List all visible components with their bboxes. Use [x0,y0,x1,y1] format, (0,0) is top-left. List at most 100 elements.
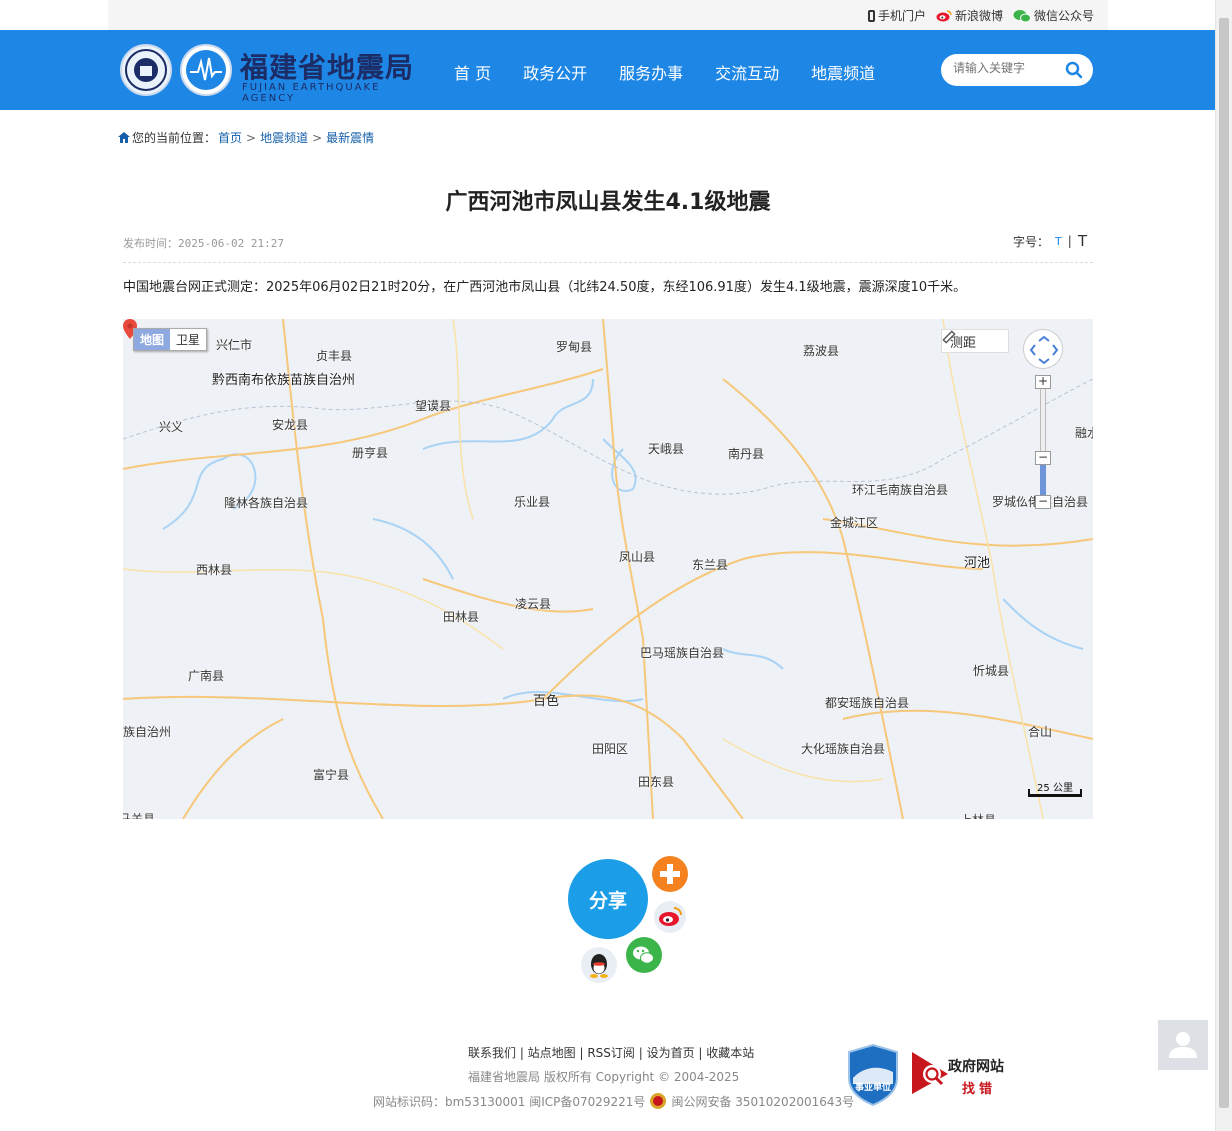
map-place: 田东县 [638,775,675,789]
logo-title: 福建省地震局 [240,51,415,84]
map-type-switcher: 地图 卫星 [133,328,208,351]
font-size-label: 字号： [1013,234,1050,249]
map-place: 田林县 [443,610,480,624]
map-place: 巴马瑶族自治县 [640,646,725,660]
article-title: 广西河池市凤山县发生4.1级地震 [445,190,771,215]
footer-links[interactable]: 联系我们 | 站点地图 | RSS订阅 | 设为首页 | 收藏本站 [468,1044,754,1061]
breadcrumb: 您的当前位置： 首页 > 地震频道 > 最新震情 [118,129,374,146]
zoom-slider-handle[interactable]: − [1035,451,1051,465]
phone-icon [867,9,875,22]
weibo-link[interactable]: 新浪微博 [936,7,1003,24]
zoom-out-button[interactable]: − [1035,495,1051,509]
pan-control[interactable] [1023,329,1063,369]
map-place: 册亨县 [352,446,389,460]
scrollbar-thumb[interactable] [1219,18,1229,1108]
site-id-icp[interactable]: 网站标识码：bm53130001 闽ICP备07029221号 [373,1093,645,1110]
map-place: 兴仁市 [216,338,253,352]
search-icon[interactable] [1065,61,1083,79]
pan-arrows-icon [1029,335,1059,365]
share-wechat-icon[interactable] [626,937,662,973]
map-place: 荔波县 [803,344,840,358]
map-place: 南丹县 [728,447,765,461]
chevron-right-icon: > [246,130,257,145]
zoom-control: + − − [1035,375,1051,511]
map-place: 乐业县 [514,495,551,509]
map-place: 富宁县 [313,768,350,782]
breadcrumb-latest[interactable]: 最新震情 [326,129,374,146]
map-scale: 25 公里 [1028,779,1082,797]
map-place: 田阳区 [592,742,629,756]
map-place: 贞丰县 [316,349,353,363]
map-place: 西林县 [196,563,233,577]
zoom-in-button[interactable]: + [1035,375,1051,389]
share-button[interactable]: 分享 [568,859,648,939]
site-logo[interactable]: 福建省地震局 FUJIAN EARTHQUAKE AGENCY [120,42,430,104]
map-place: 安龙县 [272,418,309,432]
user-icon [1169,1032,1197,1058]
magnifier-icon [912,1052,948,1094]
map-place: 合山 [1028,725,1053,739]
share-more-icon[interactable] [652,856,688,892]
floating-user-button[interactable] [1158,1020,1208,1070]
nav-government-affairs[interactable]: 政务公开 [523,60,587,84]
map-place: 环江毛南族自治县 [852,483,949,497]
site-header: 福建省地震局 FUJIAN EARTHQUAKE AGENCY 首 页 政务公开… [0,30,1215,110]
map-place: 东兰县 [692,558,729,572]
font-separator: | [1067,234,1072,248]
weibo-icon [936,9,952,21]
map-place: 上林县 [960,811,996,819]
search-box [941,54,1093,86]
nav-earthquake-channel[interactable]: 地震频道 [811,60,875,84]
police-registration[interactable]: 闽公网安备 35010202001643号 [671,1093,854,1110]
breadcrumb-prefix: 您的当前位置： [132,131,217,145]
map-place: 大化瑶族自治县 [801,742,886,756]
map-type-satellite-button[interactable]: 卫星 [170,329,207,350]
map-place: 广南县 [188,669,225,683]
nav-home[interactable]: 首 页 [454,60,491,84]
footer-registration: 网站标识码：bm53130001 闽ICP备07029221号 闽公网安备 35… [373,1092,854,1110]
map-place: 罗甸县 [556,340,593,354]
map-place: 族自治州 [123,725,172,739]
map-place: 隆林各族自治县 [224,496,309,510]
wechat-link[interactable]: 微信公众号 [1013,7,1094,24]
ruler-icon [942,330,956,344]
gov-site-error-report[interactable]: 政府网站 找错 [910,1050,1010,1098]
home-icon [118,132,130,143]
map-place: 忻城县 [973,664,1010,678]
map-place: 凤山县 [619,550,656,564]
font-size-switcher: 字号： T | T [1013,232,1087,250]
main-nav: 首 页 政务公开 服务办事 交流互动 地震频道 [454,60,875,84]
error-report-label: 找错 [962,1082,997,1097]
scrollbar[interactable] [1215,0,1232,1131]
map-place: 都安瑶族自治县 [825,696,910,710]
map-place: 黔西南布依族苗族自治州 [212,373,356,388]
nav-interaction[interactable]: 交流互动 [715,60,779,84]
measure-distance-button[interactable]: 测距 [941,329,1009,353]
epicenter-map[interactable]: 兴仁市 贞丰县 罗甸县 荔波县 黔西南布依族苗族自治州 望谟县 兴义 安龙县 册… [123,319,1093,819]
map-place: 兴义 [159,420,184,434]
logo-subtitle: FUJIAN EARTHQUAKE AGENCY [242,82,381,104]
map-place: 马关县 [123,812,156,819]
font-large-button[interactable]: T [1078,232,1087,250]
nav-services[interactable]: 服务办事 [619,60,683,84]
share-weibo-icon[interactable] [654,901,686,933]
search-input[interactable] [953,61,1063,75]
mobile-portal-link[interactable]: 手机门户 [867,7,926,24]
article-meta: 发布时间：2025-06-02 21:27 字号： T | T [123,232,1093,263]
public-institution-badge[interactable]: 事业单位 [847,1043,899,1107]
share-qq-icon[interactable] [581,947,617,983]
agency-emblem [120,44,172,96]
map-type-map-button[interactable]: 地图 [134,329,171,350]
publish-time: 发布时间：2025-06-02 21:27 [123,237,284,250]
map-place: 百色 [533,694,560,709]
breadcrumb-home[interactable]: 首页 [218,129,242,146]
breadcrumb-earthquake-channel[interactable]: 地震频道 [260,129,308,146]
footer-copyright: 福建省地震局 版权所有 Copyright © 2004-2025 [468,1070,740,1084]
fjea-emblem [180,44,232,96]
map-place: 望谟县 [415,399,452,413]
article-body: 中国地震台网正式测定：2025年06月02日21时20分，在广西河池市凤山县（北… [123,280,967,295]
font-small-button[interactable]: T [1055,235,1062,248]
police-emblem-icon [650,1093,667,1109]
badge-unit-label: 事业单位 [854,1083,891,1093]
chevron-right-icon: > [312,130,323,145]
